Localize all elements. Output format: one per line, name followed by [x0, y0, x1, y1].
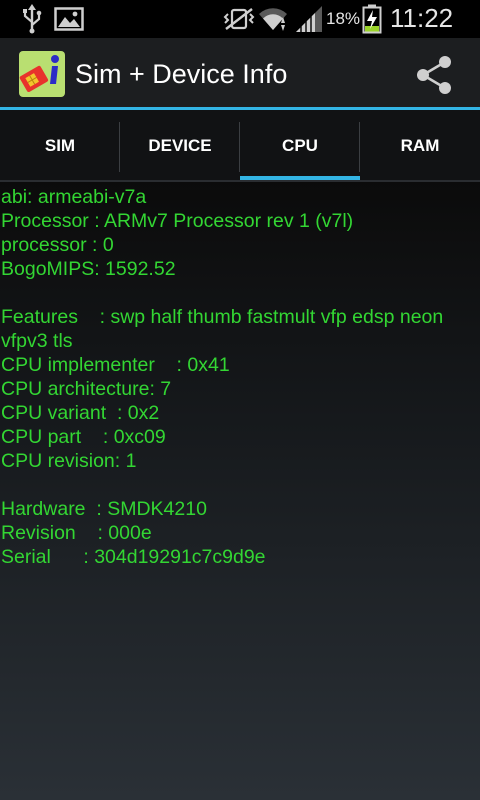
tab-label: DEVICE [148, 136, 212, 155]
signal-icon [296, 6, 322, 32]
status-bar: 18% 11:22 [0, 0, 480, 38]
usb-icon [23, 4, 42, 34]
cpu-architecture-line: CPU architecture: 7 [1, 378, 172, 400]
tab-cpu[interactable]: CPU [240, 110, 360, 182]
screen: 18% 11:22 Sim + Device Info SIM DEVICE C… [0, 0, 480, 800]
cpu-revision-line: CPU revision: 1 [1, 450, 137, 472]
hardware-line: Hardware : SMDK4210 [1, 498, 207, 520]
image-icon [54, 7, 84, 31]
app-title: Sim + Device Info [75, 59, 288, 89]
board-revision-line: Revision : 000e [1, 522, 152, 544]
tab-bar: SIM DEVICE CPU RAM [0, 110, 480, 182]
sim-info-app-icon[interactable] [18, 50, 66, 98]
tab-ram[interactable]: RAM [360, 110, 480, 182]
bogomips-line: BogoMIPS: 1592.52 [1, 258, 176, 280]
cpu-variant-line: CPU variant : 0x2 [1, 402, 160, 424]
cpu-implementer-line: CPU implementer : 0x41 [1, 354, 230, 376]
clock: 11:22 [390, 3, 454, 33]
battery-charging-icon [362, 4, 382, 34]
cpu-part-line: CPU part : 0xc09 [1, 426, 166, 448]
battery-percent: 18% [326, 9, 361, 28]
tab-label: RAM [400, 136, 440, 155]
tab-label: SIM [44, 136, 76, 155]
features-line: Features : swp half thumb fastmult vfp e… [1, 306, 449, 352]
abi-line: abi: armeabi-v7a [1, 186, 147, 208]
mute-vibrate-icon [223, 8, 255, 30]
cpu-info-panel: abi: armeabi-v7a Processor : ARMv7 Proce… [1, 185, 479, 569]
processor-index-line: processor : 0 [1, 234, 114, 256]
tab-label: CPU [282, 136, 318, 155]
tab-sim[interactable]: SIM [0, 110, 120, 182]
share-icon[interactable] [410, 52, 458, 98]
tab-bar-divider [0, 180, 480, 182]
serial-line: Serial : 304d19291c7c9d9e [1, 546, 266, 568]
tab-device[interactable]: DEVICE [120, 110, 240, 182]
processor-name-line: Processor : ARMv7 Processor rev 1 (v7l) [1, 210, 354, 232]
wifi-icon [259, 8, 287, 31]
